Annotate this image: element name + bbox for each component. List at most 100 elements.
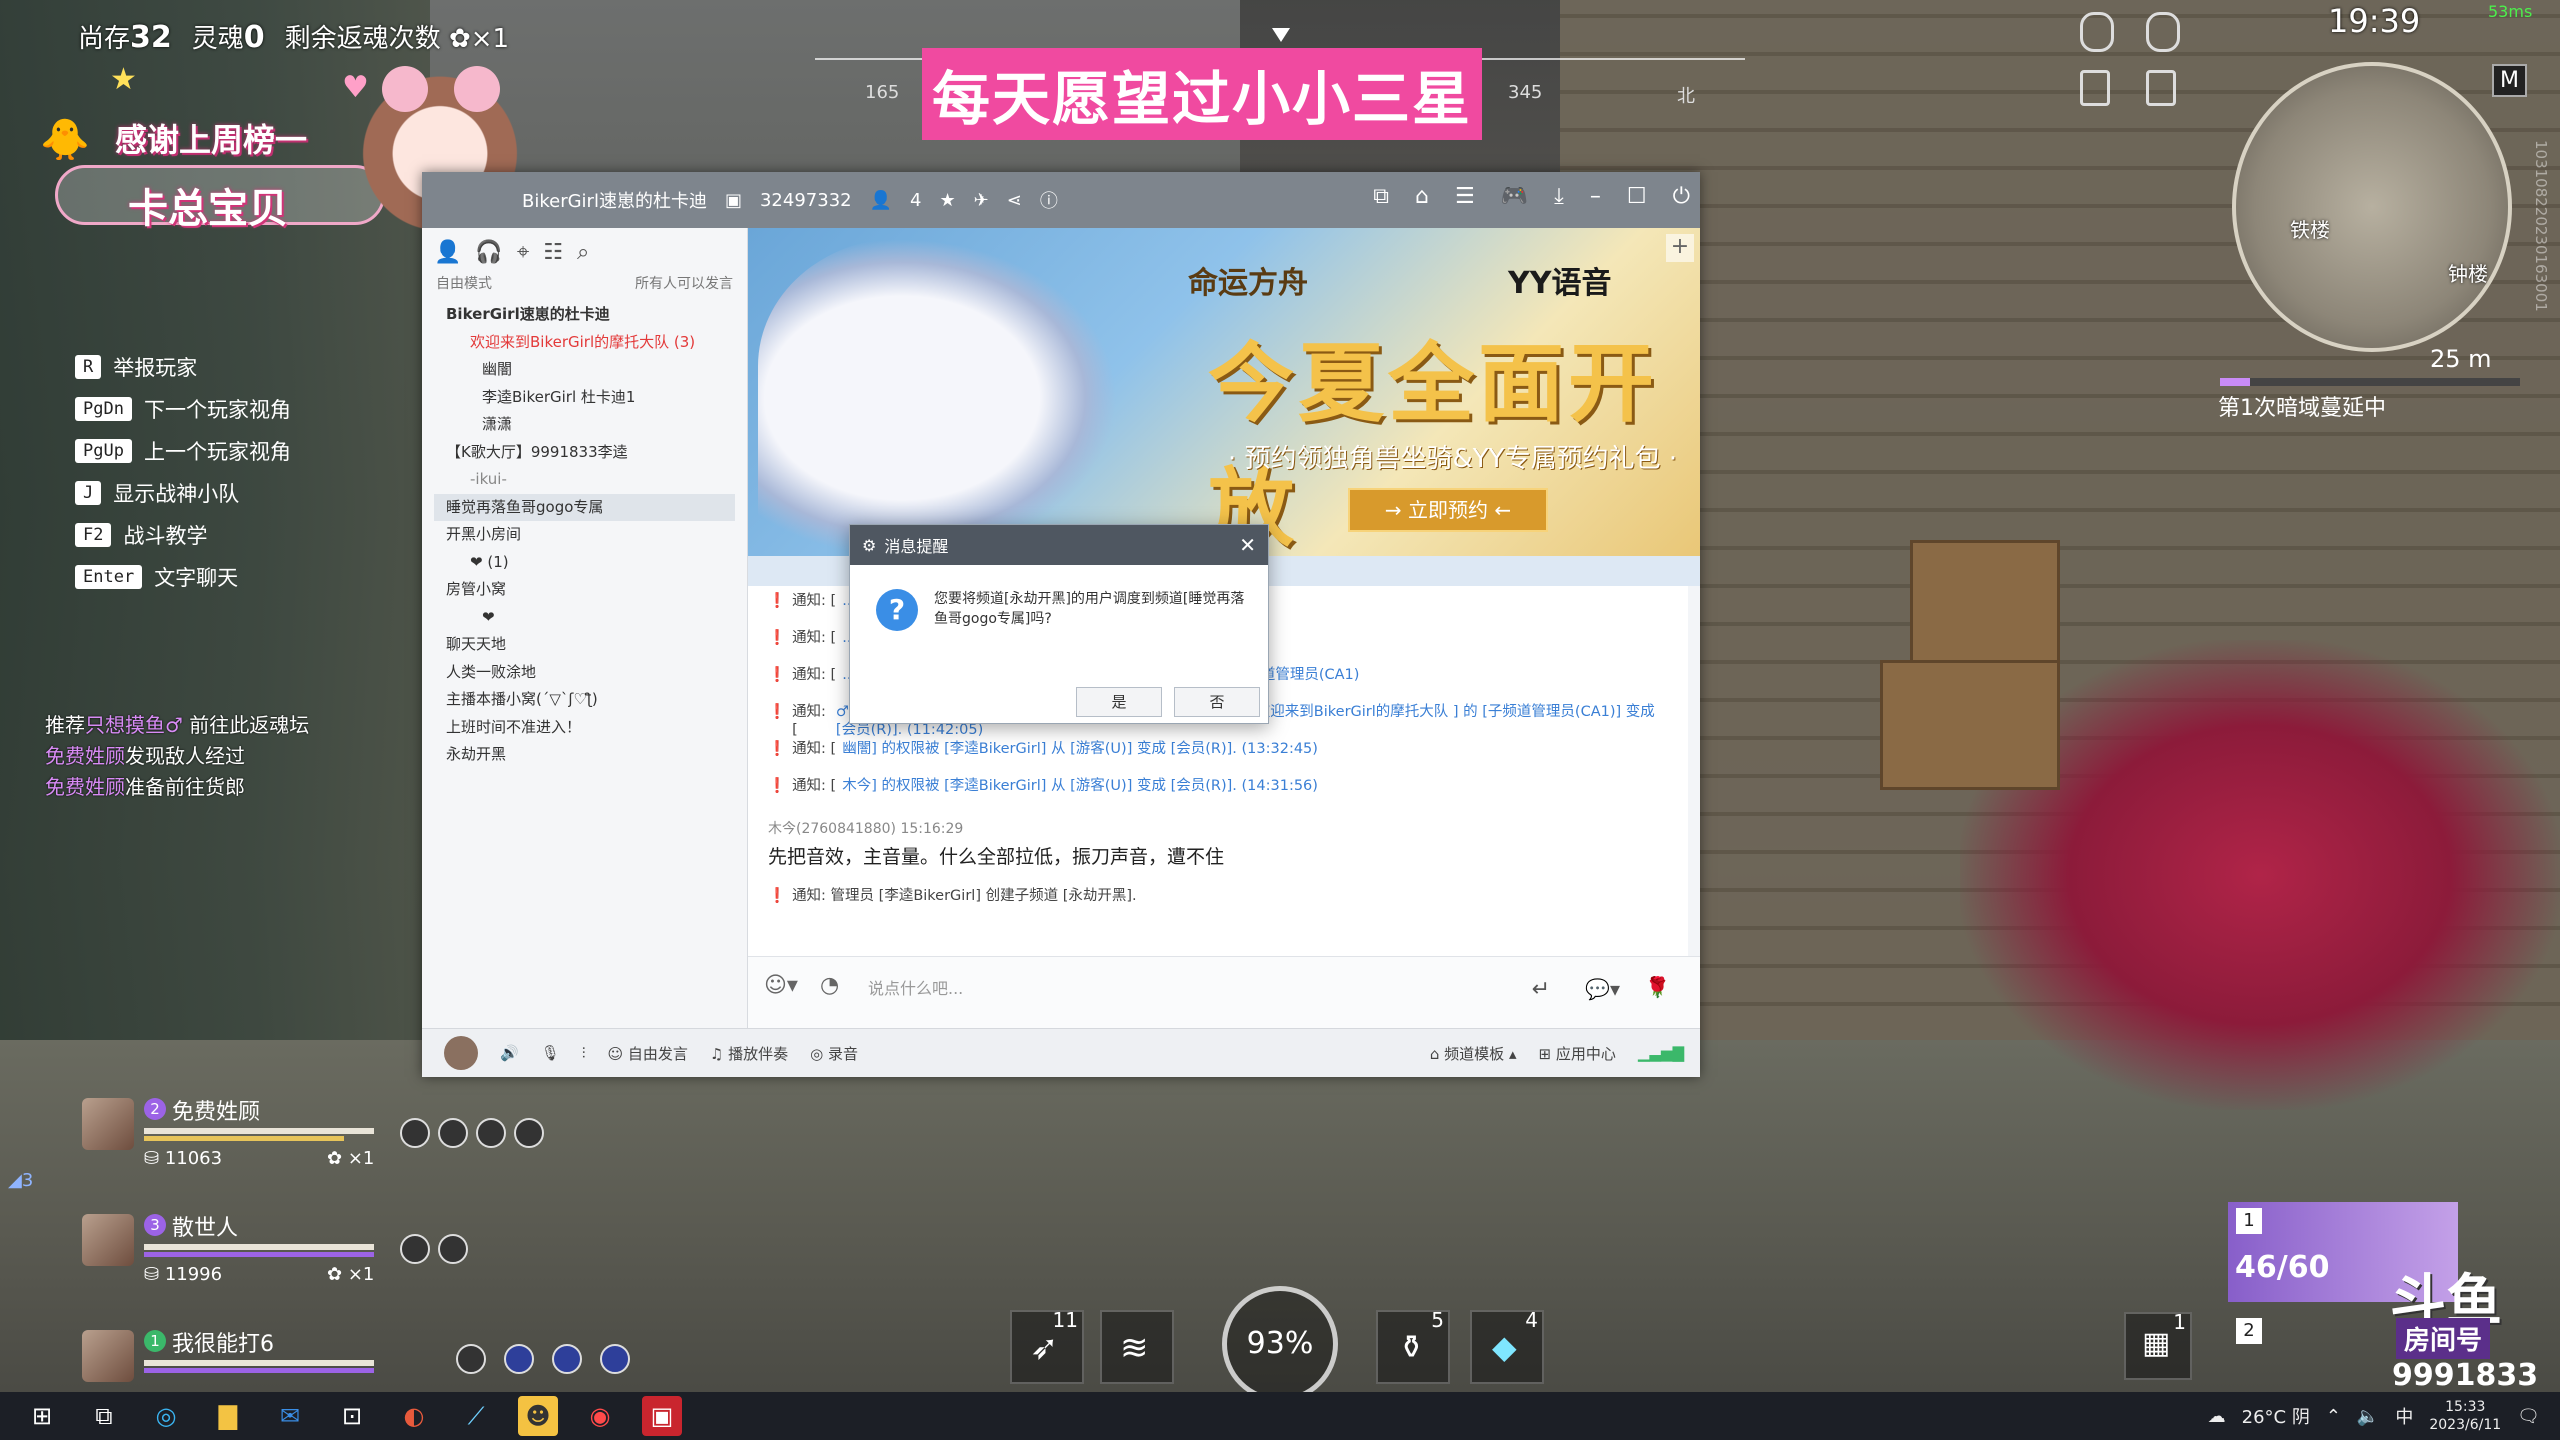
- channel-tree-item[interactable]: ❤: [434, 604, 735, 632]
- start-icon[interactable]: ⊞: [22, 1396, 62, 1436]
- no-button[interactable]: 否: [1174, 687, 1260, 717]
- add-icon[interactable]: +: [1666, 234, 1694, 262]
- home-icon[interactable]: ⌂: [1415, 184, 1429, 209]
- mode-dropdown[interactable]: 自由模式: [436, 273, 492, 293]
- chevron-up-icon[interactable]: ⌃: [2326, 1406, 2341, 1427]
- channel-tree-item[interactable]: 潇潇: [434, 411, 735, 439]
- channel-tree-item[interactable]: 永劫开黑: [434, 741, 735, 769]
- armor-item-icon: ◆: [1492, 1328, 1517, 1366]
- channel-tree-item[interactable]: -ikui-: [434, 466, 735, 494]
- user-icon[interactable]: 👤: [434, 240, 461, 265]
- keybind-row: PgUp 上一个玩家视角: [75, 430, 291, 472]
- send-icon[interactable]: ↵: [1532, 977, 1550, 1002]
- notes-icon[interactable]: ☷: [543, 240, 563, 265]
- volume-icon[interactable]: 🔈: [2357, 1406, 2379, 1427]
- thanks-banner: 感谢上周榜一 卡总宝贝: [55, 115, 385, 232]
- item-slot[interactable]: 5 ⚱: [1376, 1308, 1450, 1384]
- reserve-now-button[interactable]: → 立即预约 ←: [1348, 488, 1548, 532]
- weapon-slot[interactable]: 11 ➶: [1010, 1308, 1084, 1384]
- power-icon[interactable]: ⏻: [1673, 184, 1690, 209]
- media-player-icon[interactable]: ◐: [394, 1396, 434, 1436]
- store-icon[interactable]: ⊡: [332, 1396, 372, 1436]
- file-explorer-icon[interactable]: ▇: [208, 1396, 248, 1436]
- headset-icon[interactable]: 🎧: [475, 240, 502, 265]
- notice-prefix: 通知: [: [792, 778, 837, 794]
- distance-readout: 25 m: [2430, 345, 2492, 373]
- shrink-status-text: 第1次暗域蔓延中: [2218, 396, 2386, 421]
- channel-tree-item[interactable]: ❤ (1): [434, 549, 735, 577]
- yes-button[interactable]: 是: [1076, 687, 1162, 717]
- channel-tree-item[interactable]: 欢迎来到BikerGirl的摩托大队 (3): [434, 329, 735, 357]
- microphone-icon[interactable]: 🎙: [541, 1044, 560, 1062]
- chat-input[interactable]: 说点什么吧...: [868, 975, 963, 999]
- item-slot[interactable]: 4 ◆: [1470, 1308, 1544, 1384]
- screen-share-icon[interactable]: ⧉: [1373, 184, 1389, 209]
- favorite-icon[interactable]: ★: [939, 190, 955, 211]
- notice-icon: ❗: [768, 667, 787, 683]
- channel-tree-item[interactable]: 上班时间不准进入！: [434, 714, 735, 742]
- edge-icon[interactable]: ◎: [146, 1396, 186, 1436]
- speaker-icon[interactable]: 🔊: [500, 1044, 519, 1062]
- voice-team-icon[interactable]: [2080, 12, 2114, 52]
- channel-tree-item[interactable]: 幽闇: [434, 356, 735, 384]
- mail-icon[interactable]: ✉: [270, 1396, 310, 1436]
- channel-tree-item[interactable]: 房管小窝: [434, 576, 735, 604]
- mixer-icon[interactable]: ⫶: [582, 1044, 586, 1062]
- notice-icon: ❗: [768, 630, 787, 646]
- channel-tree-item[interactable]: 主播本播小窝(´▽`ʃ♡ƪ): [434, 686, 735, 714]
- accompaniment-button[interactable]: ♫ 播放伴奏: [710, 1043, 788, 1064]
- channel-tree-item[interactable]: 李逵BikerGirl 杜卡迪1: [434, 384, 735, 412]
- record-button[interactable]: ◎ 录音: [810, 1043, 858, 1064]
- taskbar-clock[interactable]: 15:33 2023/6/11: [2429, 1398, 2501, 1434]
- app-center-label: 应用中心: [1555, 1044, 1616, 1063]
- microphone-icon[interactable]: [2146, 12, 2180, 52]
- location-icon[interactable]: ⌖: [517, 240, 529, 265]
- keybind-row: PgDn 下一个玩家视角: [75, 388, 291, 430]
- obs-icon[interactable]: ▣: [642, 1396, 682, 1436]
- channel-tree-item[interactable]: 人类一败涂地: [434, 659, 735, 687]
- skill-slot[interactable]: ≋: [1100, 1310, 1174, 1384]
- task-view-icon[interactable]: ⧉: [84, 1396, 124, 1436]
- member-avatar: [82, 1330, 134, 1382]
- channel-template-button[interactable]: ⌂ 频道模板 ▴: [1430, 1043, 1517, 1064]
- ad-banner[interactable]: 命运方舟 YY语音 今夏全面开放 · 预约领独角兽坐骑&YY专属预约礼包 · →…: [748, 228, 1700, 556]
- search-icon[interactable]: ⌕: [577, 240, 589, 265]
- channel-tree-item[interactable]: 开黑小房间: [434, 521, 735, 549]
- share-icon[interactable]: ⋖: [1007, 190, 1022, 211]
- unicorn-rider-illustration: [758, 238, 1118, 556]
- maximize-icon[interactable]: ☐: [1627, 184, 1647, 209]
- channel-tree-item[interactable]: 【K歌大厅】9991833李逵: [434, 439, 735, 467]
- chat-bubble-icon[interactable]: 💬▾: [1585, 977, 1620, 1001]
- channel-tree-item[interactable]: 睡觉再落鱼哥gogo专属: [434, 493, 735, 521]
- party-count: 3: [21, 1170, 34, 1191]
- emoji-icon[interactable]: ☺▾: [764, 973, 798, 998]
- app-center-button[interactable]: ⊞ 应用中心: [1538, 1043, 1615, 1064]
- flower-icon[interactable]: 🌹: [1645, 975, 1670, 999]
- netease-music-icon[interactable]: ◉: [580, 1396, 620, 1436]
- member-gold-value: 11996: [164, 1264, 223, 1285]
- download-icon[interactable]: ⤓: [1554, 184, 1564, 209]
- weather-icon: ☁: [2207, 1405, 2226, 1427]
- airplane-icon[interactable]: ✈: [974, 190, 989, 211]
- ime-indicator[interactable]: 中: [2395, 1403, 2413, 1429]
- close-icon[interactable]: ✕: [1239, 533, 1256, 557]
- gamepad-icon[interactable]: 🎮: [1501, 184, 1528, 209]
- game-launcher-icon[interactable]: ⟋: [456, 1396, 496, 1436]
- room-label: 房间号: [2396, 1318, 2491, 1359]
- minimap[interactable]: [2232, 62, 2512, 352]
- list-icon[interactable]: ☰: [1455, 184, 1475, 209]
- voice-controls-bar: 🔊 🎙 ⫶ ☺ 自由发言 ♫ 播放伴奏 ◎ 录音 ⌂ 频道模板 ▴ ⊞ 应用中心…: [422, 1028, 1700, 1077]
- sticker-icon[interactable]: ◔: [820, 973, 839, 998]
- key-i-icon: [2080, 70, 2110, 106]
- notification-icon[interactable]: 🗨: [2517, 1406, 2540, 1427]
- item-slot[interactable]: 1 ▦: [2124, 1310, 2192, 1380]
- keybind-label: 显示战神小队: [113, 482, 240, 506]
- info-icon[interactable]: ⓘ: [1040, 187, 1058, 213]
- minimize-icon[interactable]: –: [1590, 184, 1601, 209]
- channel-tree-item[interactable]: BikerGirl速崽的杜卡迪: [434, 301, 735, 329]
- channel-tree-item[interactable]: 聊天天地: [434, 631, 735, 659]
- free-speak-button[interactable]: ☺ 自由发言: [608, 1043, 688, 1064]
- yy-icon[interactable]: ☻: [518, 1396, 558, 1436]
- self-avatar[interactable]: [444, 1036, 478, 1070]
- keybind-label: 上一个玩家视角: [143, 440, 291, 464]
